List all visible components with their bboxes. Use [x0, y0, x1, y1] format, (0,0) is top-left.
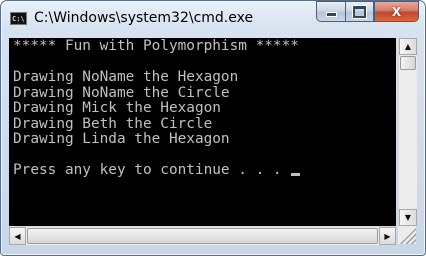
console-output[interactable]: ***** Fun with Polymorphism ***** Drawing… [9, 38, 396, 226]
horizontal-scrollbar[interactable]: ◀ ▶ [9, 226, 396, 245]
cmd-window: C:\ C:\Windows\system32\cmd.exe X ***** … [0, 0, 426, 256]
scroll-down-button[interactable]: ▼ [399, 209, 417, 226]
console-line: Drawing NoName the Hexagon [13, 69, 239, 85]
close-icon: X [391, 4, 402, 19]
cmd-app-icon[interactable]: C:\ [10, 12, 27, 25]
vertical-scrollbar[interactable]: ▲ ▼ [398, 38, 417, 226]
right-arrow-icon: ▶ [384, 231, 391, 241]
scroll-left-button[interactable]: ◀ [9, 227, 26, 245]
console-line: Drawing NoName the Circle [13, 84, 230, 101]
title-bar[interactable]: C:\ C:\Windows\system32\cmd.exe X [1, 1, 425, 34]
console-line-header: ***** Fun with Polymorphism ***** [13, 38, 299, 54]
close-button[interactable]: X [374, 1, 419, 22]
minimize-button[interactable] [316, 1, 345, 22]
up-arrow-icon: ▲ [404, 42, 412, 51]
console-prompt-line: Press any key to continue . . . [13, 162, 396, 179]
scroll-right-button[interactable]: ▶ [379, 227, 396, 245]
maximize-button[interactable] [345, 1, 374, 22]
console-line: Drawing Linda the Hexagon [13, 131, 230, 147]
window-title: C:\Windows\system32\cmd.exe [34, 10, 254, 26]
resize-grip-icon[interactable] [398, 226, 416, 244]
left-arrow-icon: ◀ [14, 231, 21, 241]
console-line: Drawing Mick the Hexagon [13, 100, 221, 116]
console-line-blank [13, 148, 396, 164]
console-prompt-text: Press any key to continue . . . [13, 162, 291, 178]
maximize-icon [353, 5, 366, 18]
vertical-scroll-thumb[interactable] [400, 56, 416, 70]
minimize-icon [325, 12, 337, 17]
scroll-up-button[interactable]: ▲ [399, 38, 417, 55]
console-line: Drawing Beth the Circle [13, 115, 213, 132]
horizontal-scroll-thumb[interactable] [27, 228, 378, 244]
console-line-blank [13, 55, 396, 71]
down-arrow-icon: ▼ [404, 213, 412, 222]
caption-buttons: X [316, 1, 419, 23]
text-cursor [291, 173, 301, 176]
